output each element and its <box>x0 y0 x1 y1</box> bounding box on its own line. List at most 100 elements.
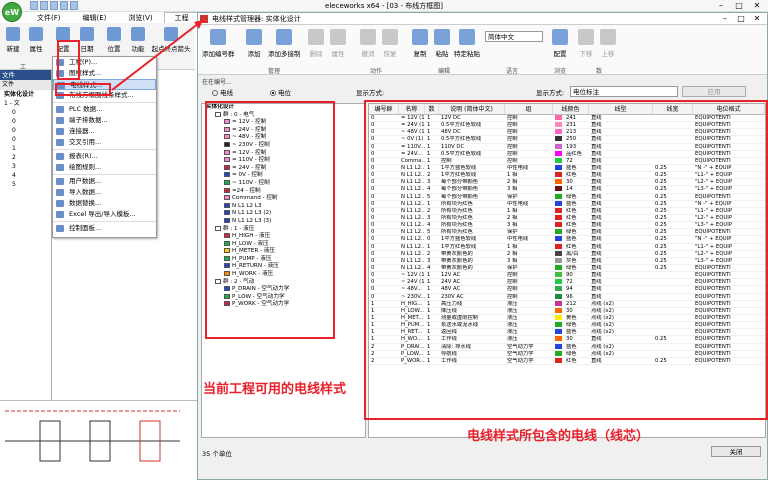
menu-item-terminal[interactable]: 端子排数据... <box>53 115 156 126</box>
project-tree-item[interactable]: 1 - 文 <box>0 99 51 108</box>
tab-file[interactable]: 文件(F) <box>26 12 72 23</box>
highlight-box-tree <box>205 101 335 339</box>
dialog-status-bar: 35 个单位 关闭 <box>198 443 767 479</box>
tab-edit[interactable]: 编辑(E) <box>72 12 118 23</box>
delete-button[interactable]: 删除 <box>308 29 324 58</box>
special-paste-button[interactable]: 特定粘贴 <box>454 29 480 58</box>
add-group-icon <box>210 29 227 45</box>
move-up-button[interactable]: 上移 <box>600 29 616 58</box>
copy-button[interactable]: 复制 <box>412 29 428 58</box>
project-tree-item[interactable]: 0 <box>0 126 51 135</box>
menu-item-replace[interactable]: 数据替换... <box>53 198 156 209</box>
close-icon[interactable]: ✕ <box>749 13 765 25</box>
function-button[interactable]: 功能 <box>127 27 149 53</box>
location-button[interactable]: 位置 <box>103 27 125 53</box>
add-multi-icon <box>276 29 293 45</box>
tab-project[interactable]: 工程 <box>163 12 200 23</box>
menu-item-excel[interactable]: Excel 导出/导入模板... <box>53 209 156 220</box>
menu-item-connector[interactable]: 连接器... <box>53 126 156 137</box>
close-button[interactable]: 关闭 <box>711 446 761 457</box>
add-wire-group-button[interactable]: 添加编号群 <box>202 29 235 58</box>
cross-ref-icon <box>56 139 64 146</box>
paste-button[interactable]: 粘贴 <box>434 29 450 58</box>
file-panel-tab[interactable]: 文件 <box>0 80 51 90</box>
menu-item-report[interactable]: 报表(R)... <box>53 151 156 162</box>
file-panel: 文件 文件 实体化设计 1 - 文 0 0 0 0 1 2 3 4 5 <box>0 70 52 400</box>
drawing-canvas[interactable] <box>0 400 200 480</box>
copy-icon <box>412 29 428 45</box>
menu-item-control-panel[interactable]: 控制面板... <box>53 223 156 234</box>
project-tree-root[interactable]: 实体化设计 <box>0 90 51 99</box>
info-icon <box>330 29 346 45</box>
display-type-select[interactable]: 电位标注 <box>570 86 678 97</box>
dialog-toolbar: 添加编号群 添加 添加多接制 删除 属性 撤消 恢复 复制 粘贴 特定粘贴 简体… <box>198 25 767 75</box>
delete-icon <box>308 29 324 45</box>
project-tree-item[interactable]: 0 <box>0 117 51 126</box>
new-button[interactable]: 新建 <box>2 27 24 53</box>
app-logo[interactable]: eW <box>2 2 22 22</box>
dialog-title-bar: 电线样式管理器: 实体化设计 – □ ✕ <box>198 13 767 25</box>
annotation-left: 当前工程可用的电线样式 <box>203 382 347 397</box>
group-label-action: 动作 <box>370 68 383 75</box>
add-multi-button[interactable]: 添加多接制 <box>268 29 301 58</box>
project-tree-item[interactable]: 4 <box>0 171 51 180</box>
special-paste-icon <box>459 29 475 45</box>
add-icon <box>246 29 262 45</box>
wire-style-icon <box>200 15 208 23</box>
undo-button[interactable]: 撤消 <box>360 29 376 58</box>
group-label-order: 数 <box>596 68 603 75</box>
arrow-up-icon <box>600 29 616 45</box>
minimize-icon[interactable]: – <box>712 0 730 11</box>
menu-item-user-data[interactable]: 用户数据... <box>53 176 156 187</box>
excel-icon <box>56 211 64 218</box>
properties-button[interactable]: 属性 <box>25 27 47 53</box>
project-tree-item[interactable]: 5 <box>0 180 51 189</box>
configure-button[interactable]: 配置 <box>552 29 568 58</box>
radio-on-icon <box>270 90 276 96</box>
potential-radio[interactable]: 电位 <box>270 87 291 97</box>
project-tree-item[interactable]: 0 <box>0 135 51 144</box>
apply-button[interactable]: 应用 <box>682 86 746 97</box>
maximize-icon[interactable]: □ <box>733 13 749 25</box>
replace-icon <box>56 200 64 207</box>
arrow-icon <box>164 27 178 41</box>
user-data-icon <box>56 178 64 185</box>
group-label-edit: 编辑 <box>438 68 451 75</box>
configure-icon <box>552 29 568 45</box>
radio-off-icon <box>212 90 218 96</box>
menu-item-cross-ref[interactable]: 交叉引用... <box>53 137 156 148</box>
properties-button[interactable]: 属性 <box>330 29 346 58</box>
project-tree-item[interactable]: 0 <box>0 108 51 117</box>
redo-icon <box>382 29 398 45</box>
file-panel-header: 文件 <box>0 70 51 80</box>
menu-separator <box>53 102 156 103</box>
move-down-button[interactable]: 下移 <box>578 29 594 58</box>
filter-label: 在在编号... <box>202 79 232 86</box>
tab-view[interactable]: 浏览(V) <box>117 12 163 23</box>
connector-icon <box>56 128 64 135</box>
origin-dest-arrow-button[interactable]: 起点终点箭头 <box>151 27 191 53</box>
dialog-window-controls: – □ ✕ <box>717 13 765 25</box>
annotation-right: 电线样式所包含的电线（线芯） <box>467 429 650 444</box>
project-tree-item[interactable]: 1 <box>0 144 51 153</box>
location-icon <box>107 27 121 41</box>
menu-item-import[interactable]: 导入数据... <box>53 187 156 198</box>
add-button[interactable]: 添加 <box>246 29 262 58</box>
menu-item-plc[interactable]: PLC 数据... <box>53 104 156 115</box>
maximize-icon[interactable]: □ <box>730 0 748 11</box>
language-select[interactable]: 简体中文 <box>485 31 543 42</box>
unit-count: 35 个单位 <box>202 450 232 458</box>
group-label-language: 语言 <box>506 68 519 75</box>
function-icon <box>131 27 145 41</box>
wire-radio[interactable]: 电线 <box>212 87 233 97</box>
display-type-label: 显示方式: <box>536 89 565 97</box>
minimize-icon[interactable]: – <box>717 13 733 25</box>
menu-separator <box>53 149 156 150</box>
group-label-browse: 浏览 <box>554 68 567 75</box>
redo-button[interactable]: 恢复 <box>382 29 398 58</box>
project-tree-item[interactable]: 3 <box>0 162 51 171</box>
project-tree-item[interactable]: 2 <box>0 153 51 162</box>
control-panel-icon <box>56 225 64 232</box>
close-icon[interactable]: ✕ <box>748 0 766 11</box>
menu-item-draw-rules[interactable]: 绘图规则... <box>53 162 156 173</box>
